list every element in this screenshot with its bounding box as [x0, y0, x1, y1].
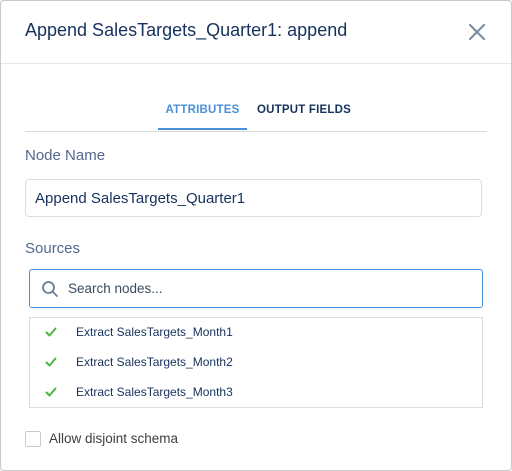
- check-icon: [45, 387, 57, 397]
- search-nodes-box[interactable]: [29, 269, 483, 308]
- check-icon: [45, 357, 57, 367]
- close-icon: [468, 23, 486, 41]
- tab-output-fields[interactable]: OUTPUT FIELDS: [257, 95, 351, 129]
- sources-label: Sources: [25, 240, 81, 257]
- search-icon: [42, 281, 58, 297]
- source-item[interactable]: Extract SalesTargets_Month1: [30, 318, 482, 348]
- allow-disjoint-schema-checkbox[interactable]: [25, 431, 41, 447]
- close-button[interactable]: [465, 20, 489, 44]
- source-item[interactable]: Extract SalesTargets_Month2: [30, 348, 482, 378]
- dialog-title: Append SalesTargets_Quarter1: append: [25, 20, 348, 40]
- sources-list: Extract SalesTargets_Month1 Extract Sale…: [29, 317, 483, 408]
- source-item-label: Extract SalesTargets_Month2: [76, 355, 233, 369]
- source-item-label: Extract SalesTargets_Month1: [76, 325, 233, 339]
- search-nodes-input[interactable]: [68, 274, 468, 303]
- allow-disjoint-schema-label: Allow disjoint schema: [49, 431, 179, 446]
- source-item[interactable]: Extract SalesTargets_Month3: [30, 378, 482, 408]
- check-icon: [45, 327, 57, 337]
- dialog-header: Append SalesTargets_Quarter1: append: [1, 1, 511, 64]
- tab-bar: ATTRIBUTES OUTPUT FIELDS: [25, 95, 487, 132]
- node-name-input[interactable]: [25, 179, 482, 217]
- node-name-label: Node Name: [25, 147, 106, 164]
- tab-attributes[interactable]: ATTRIBUTES: [158, 95, 247, 130]
- append-node-dialog: Append SalesTargets_Quarter1: append ATT…: [0, 0, 512, 471]
- source-item-label: Extract SalesTargets_Month3: [76, 385, 233, 399]
